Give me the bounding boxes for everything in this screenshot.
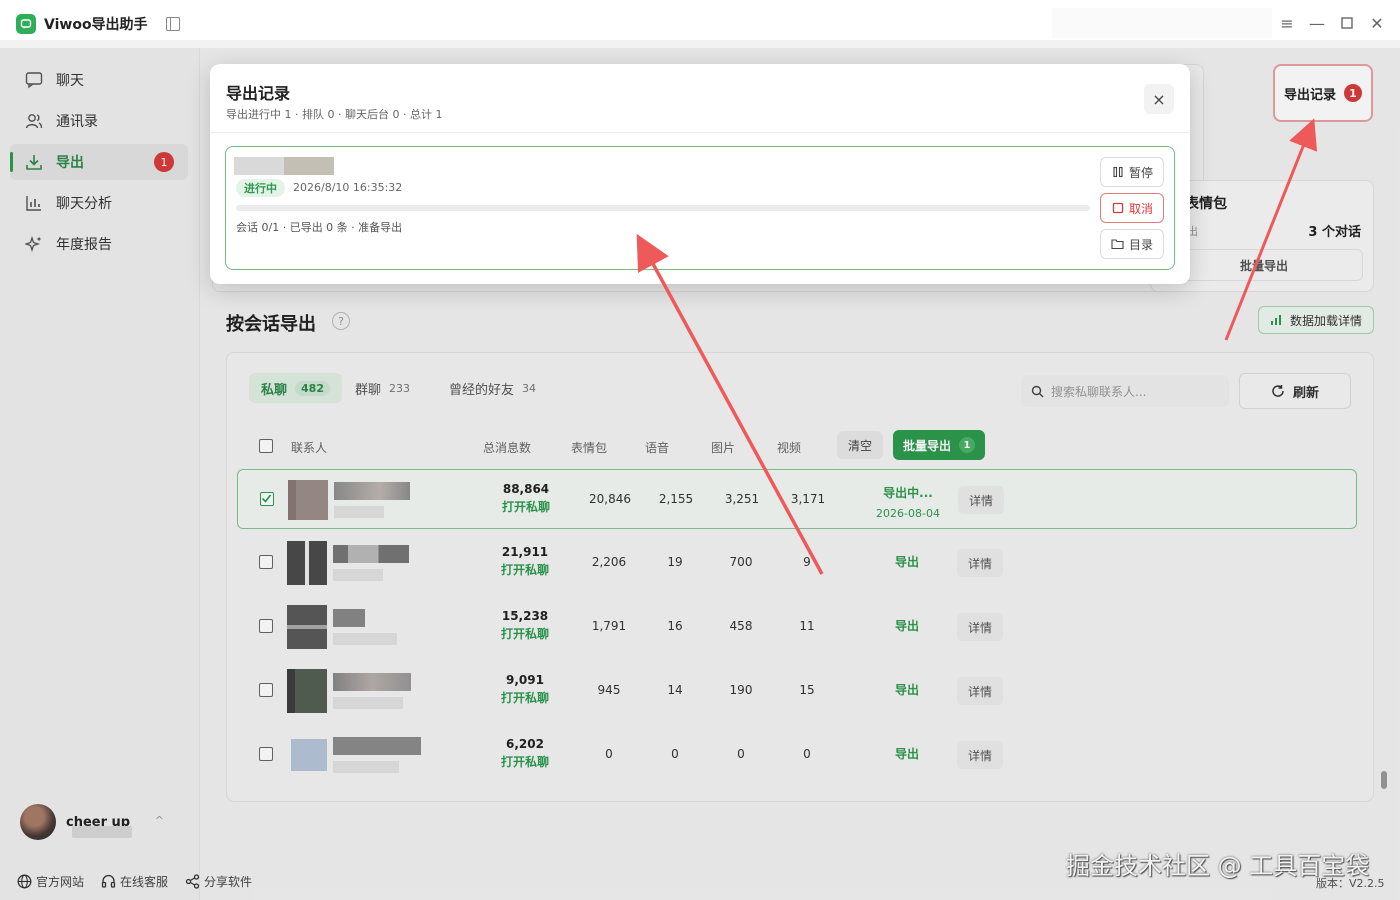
modal-title: 导出记录 — [226, 84, 291, 103]
minimize-icon[interactable]: — — [1308, 14, 1326, 33]
export-task-card: 进行中 2026/8/10 16:35:32 会话 0/1 · 已导出 0 条 … — [225, 146, 1175, 270]
pause-button[interactable]: 暂停 — [1100, 157, 1164, 187]
cancel-label: 取消 — [1128, 201, 1153, 216]
export-records-modal: 导出记录 导出进行中 1 · 排队 0 · 聊天后台 0 · 总计 1 × 进行… — [210, 64, 1190, 284]
cancel-button[interactable]: 取消 — [1100, 193, 1164, 223]
menu-icon[interactable]: ≡ — [1278, 14, 1296, 33]
close-window-icon[interactable]: ✕ — [1368, 14, 1386, 33]
maximize-icon[interactable] — [1338, 14, 1356, 32]
sidebar-toggle-icon[interactable] — [165, 17, 180, 31]
modal-subtitle: 导出进行中 1 · 排队 0 · 聊天后台 0 · 总计 1 — [226, 108, 443, 121]
app-logo-icon — [16, 14, 36, 34]
open-folder-button[interactable]: 目录 — [1100, 229, 1164, 259]
status-badge: 进行中 — [236, 179, 285, 197]
task-info: 会话 0/1 · 已导出 0 条 · 准备导出 — [236, 221, 403, 234]
folder-icon — [1111, 237, 1125, 251]
folder-label: 目录 — [1128, 237, 1153, 252]
task-timestamp: 2026/8/10 16:35:32 — [293, 181, 403, 194]
stop-icon — [1111, 201, 1125, 215]
pause-label: 暂停 — [1128, 165, 1153, 180]
close-icon[interactable]: × — [1144, 84, 1174, 114]
app-title: Viwoo导出助手 — [44, 17, 148, 33]
task-contact-redacted — [234, 157, 334, 175]
modal-divider — [210, 132, 1190, 133]
task-progress-bar — [236, 205, 1090, 211]
title-search-area[interactable] — [1052, 8, 1272, 38]
pause-icon — [1111, 165, 1125, 179]
